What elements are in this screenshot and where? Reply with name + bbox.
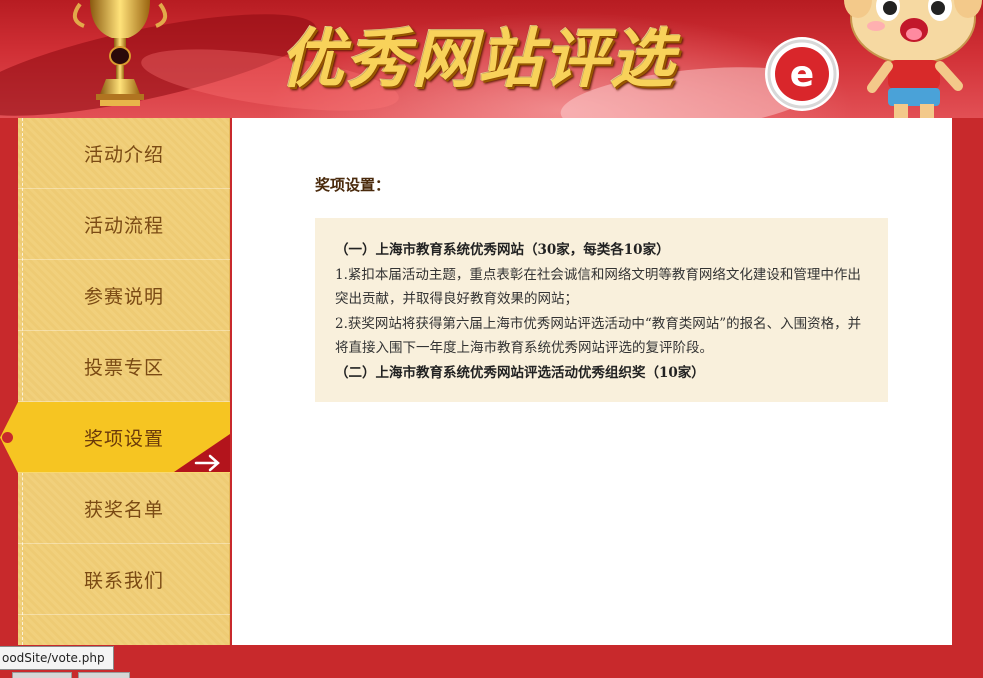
e-logo-letter: e <box>790 54 814 95</box>
sidebar-item-label: 参赛说明 <box>83 285 164 308</box>
tag-hole-icon <box>2 432 13 443</box>
award-heading: （一）上海市教育系统优秀网站（30家，每类各10家） <box>335 242 670 258</box>
sidebar-item-awards[interactable]: 奖项设置 <box>0 402 230 473</box>
arrow-right-icon <box>174 434 230 472</box>
header-banner: 优秀网站评选 e <box>0 0 983 118</box>
sidebar-item-label: 活动流程 <box>83 214 164 237</box>
page-title: 奖项设置： <box>315 176 391 194</box>
sidebar-item-activity-process[interactable]: 活动流程 <box>18 189 230 260</box>
footer-links <box>300 668 700 678</box>
sidebar-item-entry-rules[interactable]: 参赛说明 <box>18 260 230 331</box>
status-bar-url: oodSite/vote.php <box>0 646 114 670</box>
awards-info-box: （一）上海市教育系统优秀网站（30家，每类各10家） 1.紧扣本届活动主题，重点… <box>315 218 888 402</box>
banner-title: 优秀网站评选 <box>280 22 676 97</box>
award-heading: （二）上海市教育系统优秀网站评选活动优秀组织奖（10家） <box>335 364 705 381</box>
award-criteria-item: 2.获奖网站将获得第六届上海市优秀网站评选活动中“教育类网站”的报名、入围资格，… <box>335 315 862 357</box>
sidebar-item-label: 投票专区 <box>83 356 164 379</box>
sidebar-item-label: 活动介绍 <box>83 143 164 166</box>
trophy-icon <box>72 0 168 106</box>
sidebar-nav: 活动介绍 活动流程 参赛说明 投票专区 奖项设置 获奖名单 联系我们 <box>0 118 230 645</box>
mascot-icon <box>844 0 982 118</box>
taskbar-stub <box>12 672 72 678</box>
sidebar-item-contact[interactable]: 联系我们 <box>18 544 230 615</box>
sidebar-item-label: 奖项设置 <box>83 427 164 450</box>
award-criteria-item: 1.紧扣本届活动主题，重点表彰在社会诚信和网络文明等教育网络文化建设和管理中作出… <box>335 266 861 308</box>
content-panel: 奖项设置： （一）上海市教育系统优秀网站（30家，每类各10家） 1.紧扣本届活… <box>232 118 952 645</box>
sidebar-item-label: 获奖名单 <box>83 498 164 521</box>
sidebar-item-winners[interactable]: 获奖名单 <box>18 473 230 544</box>
sidebar-item-label: 联系我们 <box>83 569 164 592</box>
taskbar-stub <box>78 672 130 678</box>
sidebar-item-activity-intro[interactable]: 活动介绍 <box>18 118 230 189</box>
sidebar-item-voting[interactable]: 投票专区 <box>18 331 230 402</box>
